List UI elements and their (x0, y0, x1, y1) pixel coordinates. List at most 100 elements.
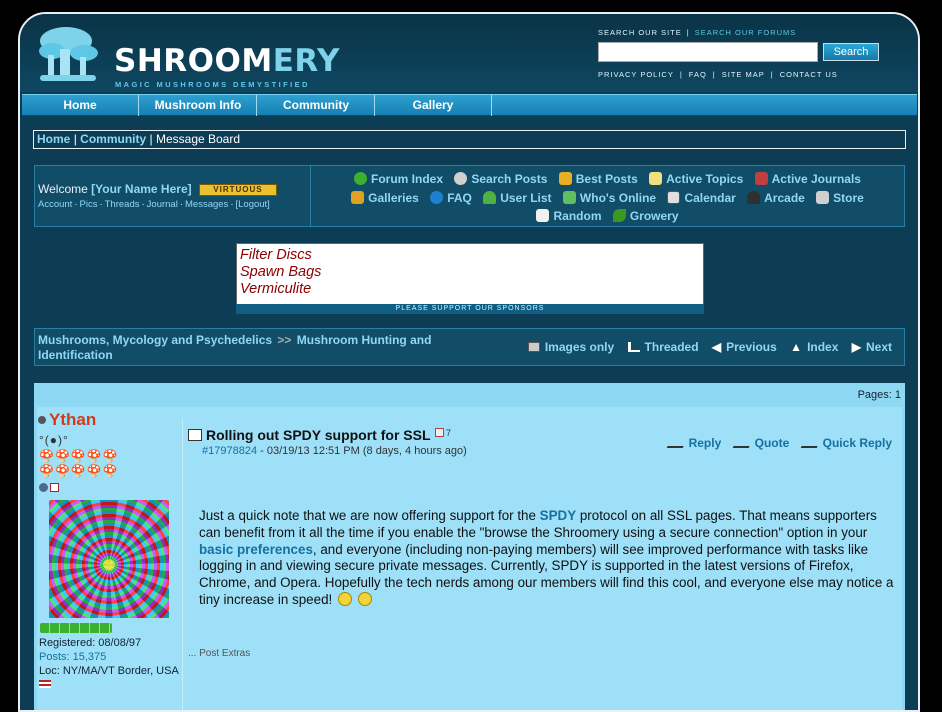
logout-link[interactable]: [Logout] (235, 199, 269, 210)
grin-smiley-icon (358, 591, 373, 606)
random-link[interactable]: Random (536, 207, 601, 226)
post: Ythan °(●)° 🍄🍄🍄🍄🍄 🍄🍄🍄🍄🍄 Registered: 08/0… (37, 407, 902, 710)
site-map-link[interactable]: SITE MAP (722, 70, 765, 79)
post-title: Rolling out SPDY support for SSL 7 (188, 427, 451, 443)
arcade-link[interactable]: Arcade (747, 189, 805, 208)
site-logo[interactable]: SHROOMERY MAGIC MUSHROOMS DEMYSTIFIED (36, 23, 356, 89)
account-link[interactable]: Account (38, 199, 72, 210)
rating-stars-icon (40, 623, 112, 633)
leaf-icon (612, 209, 626, 222)
avatar[interactable] (49, 500, 169, 618)
threaded-link[interactable]: Threaded (627, 340, 699, 354)
store-link[interactable]: Store (816, 189, 864, 208)
sponsor-item[interactable]: Vermiculite (237, 281, 703, 298)
welcome-panel: Welcome [Your Name Here] VIRTUOUS Accoun… (34, 165, 905, 227)
search-input[interactable] (598, 42, 818, 62)
next-link[interactable]: ▶ Next (852, 340, 892, 354)
post-author[interactable]: Ythan (38, 410, 96, 430)
user-meta: Registered: 08/08/97 Posts: 15,375 Loc: … (39, 636, 179, 692)
user-location: Loc: NY/MA/VT Border, USA (39, 665, 179, 677)
mushroom-rank-icon: 🍄🍄🍄🍄🍄 (39, 464, 119, 478)
search-forums-link[interactable]: SEARCH OUR FORUMS (695, 28, 797, 37)
triangle-up-icon: ▲ (790, 340, 803, 354)
forum-category-link[interactable]: Mushrooms, Mycology and Psychedelics (38, 333, 272, 347)
post-meta: #17978824 - 03/19/13 12:51 PM (8 days, 4… (202, 445, 467, 457)
galleries-link[interactable]: Galleries (351, 189, 419, 208)
breadcrumb-community[interactable]: Community (80, 132, 146, 146)
page-frame: SHROOMERY MAGIC MUSHROOMS DEMYSTIFIED SE… (18, 12, 920, 712)
dice-icon (536, 209, 550, 222)
faq-link[interactable]: FAQ (689, 70, 707, 79)
sponsor-item[interactable]: Filter Discs (237, 247, 703, 264)
nav-tab-mushroom-info[interactable]: Mushroom Info (140, 95, 257, 116)
active-topics-link[interactable]: Active Topics (649, 170, 743, 189)
welcome-divider (310, 166, 311, 226)
post-views: 7 (434, 428, 451, 438)
sponsor-banner: PLEASE SUPPORT OUR SPONSORS (236, 304, 704, 314)
sponsor-ad: Filter Discs Spawn Bags Vermiculite (236, 243, 704, 313)
main-nav: Home Mushroom Info Community Gallery (22, 94, 917, 116)
search-button[interactable]: Search (823, 43, 879, 61)
privacy-policy-link[interactable]: PRIVACY POLICY (598, 70, 674, 79)
nav-tab-gallery[interactable]: Gallery (375, 95, 492, 116)
index-link[interactable]: ▲ Index (790, 340, 838, 354)
nav-tab-home[interactable]: Home (22, 95, 139, 116)
site-header: SHROOMERY MAGIC MUSHROOMS DEMYSTIFIED SE… (20, 14, 918, 92)
arrow-up-icon (354, 172, 367, 185)
images-only-link[interactable]: Images only (527, 340, 614, 354)
forum-index-link[interactable]: Forum Index (354, 170, 443, 189)
post-extras-link[interactable]: ... Post Extras (188, 648, 250, 659)
forum-breadcrumb: Mushrooms, Mycology and Psychedelics >> … (38, 333, 438, 363)
calendar-link[interactable]: Calendar (667, 189, 736, 208)
pages-indicator: Pages: 1 (857, 389, 901, 401)
threads-link[interactable]: Threads (105, 199, 140, 210)
welcome-prefix: Welcome (38, 182, 88, 196)
logo-wordmark: SHROOMERY (114, 43, 341, 79)
user-icon (483, 190, 497, 204)
top-links: PRIVACY POLICY | FAQ | SITE MAP | CONTACT US (598, 70, 838, 79)
post-count[interactable]: Posts: 15,375 (39, 650, 179, 664)
growery-link[interactable]: Growery (612, 207, 679, 226)
messages-link[interactable]: Messages (185, 199, 228, 210)
quick-reply-button[interactable]: Quick Reply (800, 436, 892, 450)
user-list-link[interactable]: User List (483, 189, 552, 208)
help-icon (430, 190, 444, 204)
whos-online-link[interactable]: Who's Online (562, 189, 656, 208)
faq-forum-link[interactable]: FAQ (430, 189, 472, 208)
contact-us-link[interactable]: CONTACT US (780, 70, 838, 79)
pages-icon (649, 172, 663, 185)
forum-links: Forum Index Search Posts Best Posts Acti… (315, 170, 900, 226)
quote-icon (732, 436, 753, 448)
quote-button[interactable]: Quote (732, 436, 789, 450)
image-icon (527, 342, 540, 352)
welcome-text: Welcome [Your Name Here] VIRTUOUS (38, 182, 277, 196)
logo-tagline: MAGIC MUSHROOMS DEMYSTIFIED (115, 80, 310, 89)
breadcrumb-current: Message Board (155, 132, 241, 146)
spdy-link[interactable]: SPDY (540, 508, 576, 523)
search-posts-link[interactable]: Search Posts (454, 170, 547, 189)
user-profile: Ythan °(●)° 🍄🍄🍄🍄🍄 🍄🍄🍄🍄🍄 Registered: 08/0… (37, 407, 183, 710)
post-actions: Reply Quote Quick Reply (659, 436, 892, 450)
sponsor-item[interactable]: Spawn Bags (237, 264, 703, 281)
best-posts-link[interactable]: Best Posts (558, 170, 638, 189)
nav-tab-community[interactable]: Community (258, 95, 375, 116)
pics-link[interactable]: Pics (80, 199, 98, 210)
cart-icon (816, 190, 830, 204)
reply-button[interactable]: Reply (666, 436, 721, 450)
journal-link[interactable]: Journal (147, 199, 178, 210)
active-journals-link[interactable]: Active Journals (754, 170, 861, 189)
magnifier-icon (454, 172, 468, 185)
previous-link[interactable]: ◀ Previous (712, 340, 777, 354)
triangle-left-icon: ◀ (711, 340, 722, 354)
breadcrumb-home[interactable]: Home (37, 132, 70, 146)
post-timestamp: - 03/19/13 12:51 PM (8 days, 4 hours ago… (257, 445, 467, 457)
registered-date: Registered: 08/08/97 (39, 637, 142, 649)
post-id-link[interactable]: #17978824 (202, 445, 257, 457)
search-site-link[interactable]: SEARCH OUR SITE (598, 28, 682, 37)
calendar-icon (667, 190, 681, 204)
basic-preferences-link[interactable]: basic preferences (199, 542, 313, 557)
online-icon (562, 190, 576, 204)
user-name-link[interactable]: [Your Name Here] (91, 182, 191, 196)
small-box-icon (434, 428, 444, 437)
threaded-icon (627, 342, 640, 352)
